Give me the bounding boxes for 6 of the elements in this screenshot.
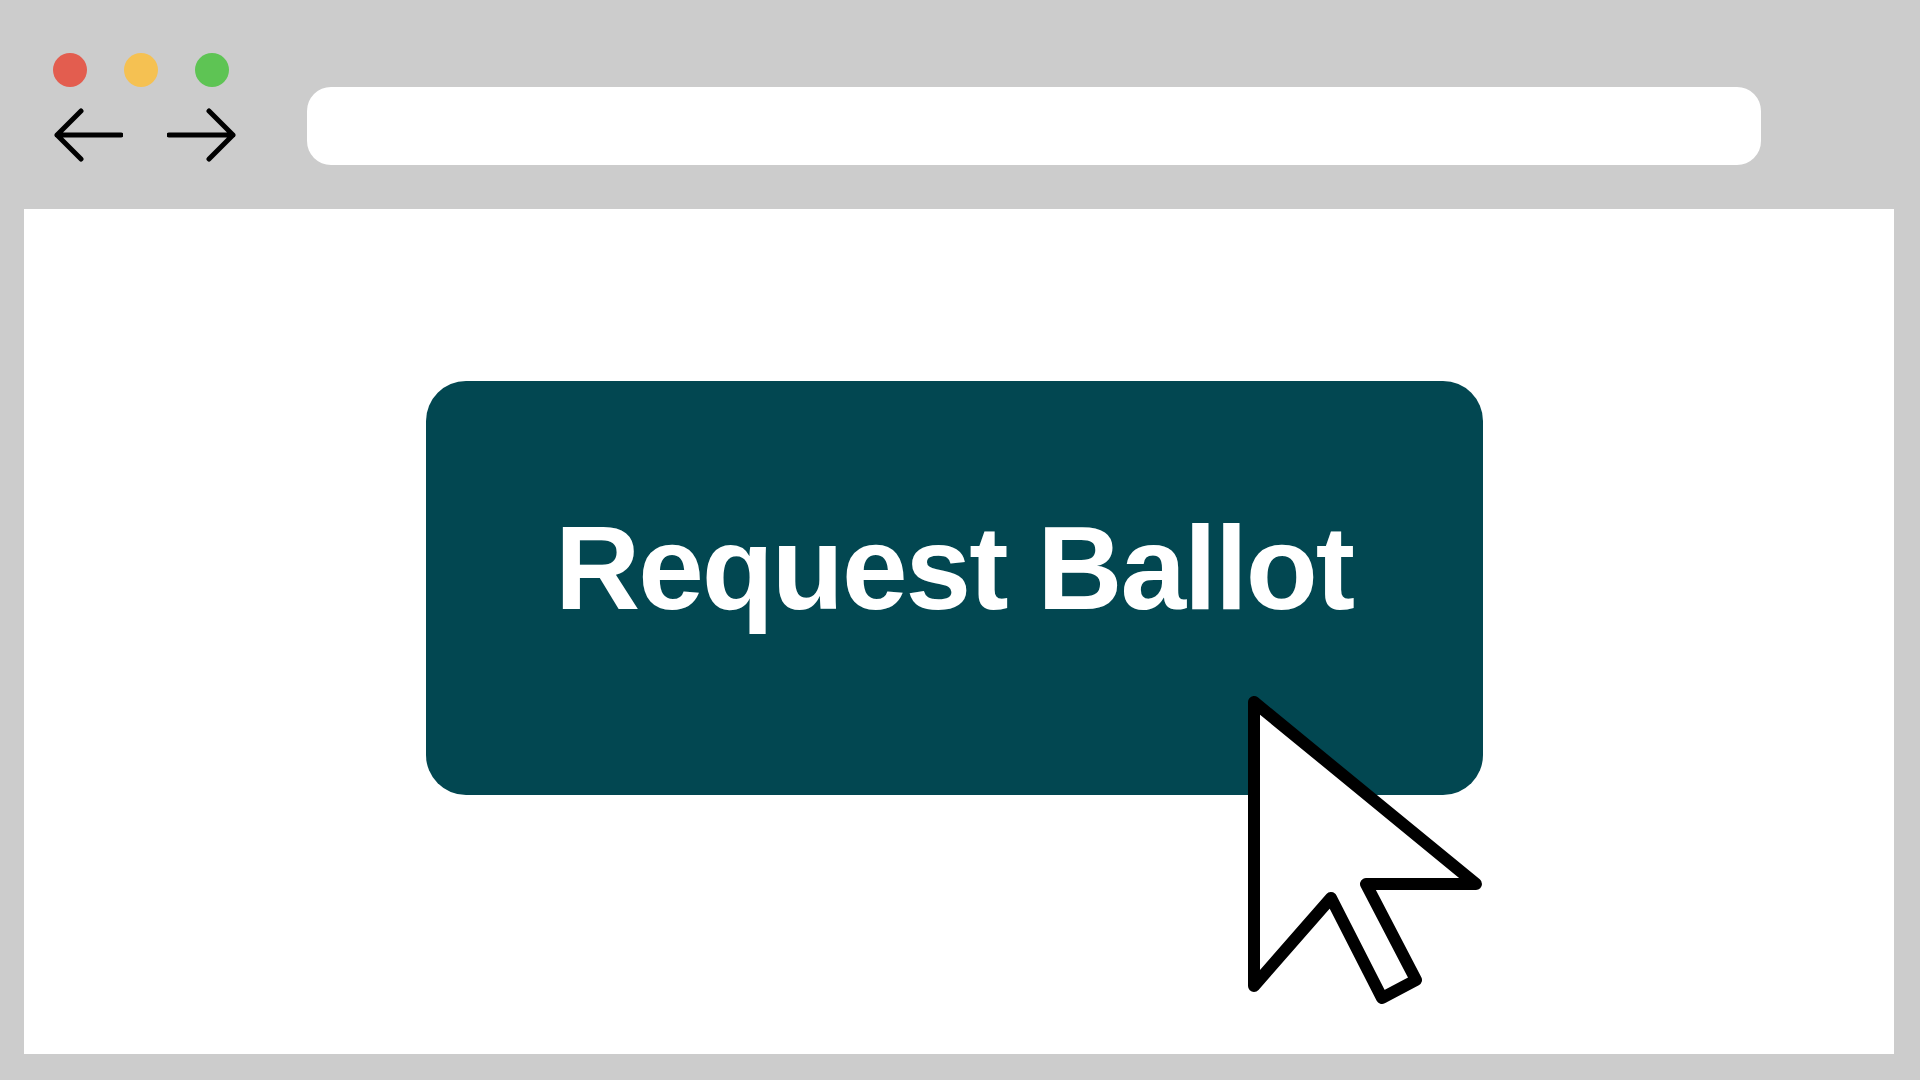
window-control-dot[interactable]: [195, 53, 229, 87]
window-control-dot[interactable]: [53, 53, 87, 87]
request-ballot-button[interactable]: Request Ballot: [425, 381, 1483, 795]
window-control-dot[interactable]: [124, 53, 158, 87]
forward-arrow-icon[interactable]: [167, 107, 237, 163]
back-arrow-icon[interactable]: [53, 107, 123, 163]
